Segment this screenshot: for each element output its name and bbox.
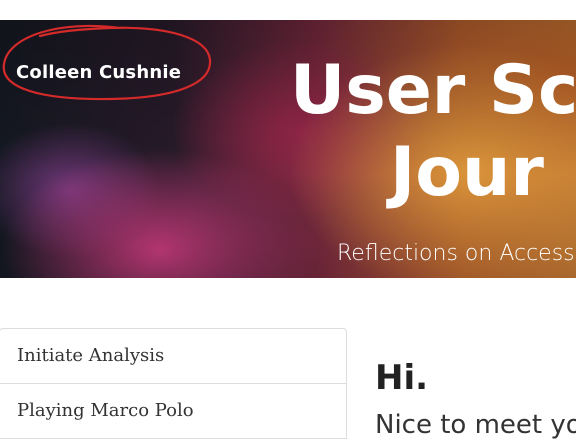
page-title: User Sc Jour <box>290 50 576 214</box>
sidebar-item-playing-marco-polo[interactable]: Playing Marco Polo <box>0 384 346 439</box>
hero-banner: Colleen Cushnie User Sc Jour Reflections… <box>0 20 576 278</box>
page-subtitle: Reflections on Accessb <box>337 241 576 266</box>
page-title-line2: Jour <box>390 133 544 212</box>
page-title-line1: User Sc <box>290 51 576 130</box>
sidebar-item-initiate-analysis[interactable]: Initiate Analysis <box>0 329 346 384</box>
intro-text: Nice to meet yo <box>375 410 576 440</box>
site-name-link[interactable]: Colleen Cushnie <box>16 62 181 83</box>
greeting-heading: Hi. <box>375 358 429 398</box>
sidebar-nav: Initiate Analysis Playing Marco Polo <box>0 328 347 439</box>
